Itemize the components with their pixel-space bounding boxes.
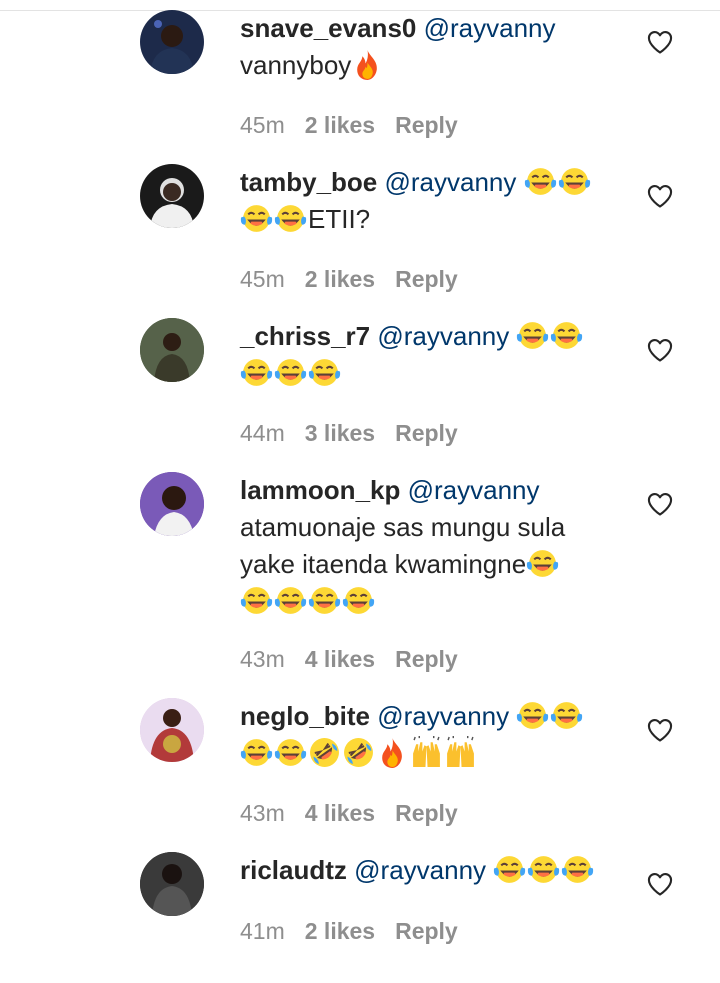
comment-username[interactable]: riclaudtz bbox=[240, 855, 347, 885]
comment-meta: 44m 3 likes Reply bbox=[240, 420, 478, 447]
mention-link[interactable]: @rayvanny bbox=[424, 13, 556, 43]
face-with-tears-of-joy-emoji bbox=[527, 853, 560, 886]
comment-text: yake itaenda kwamingne bbox=[240, 549, 527, 579]
comment-text-line bbox=[240, 583, 610, 620]
reply-button[interactable]: Reply bbox=[395, 918, 458, 944]
comment-timestamp: 45m bbox=[240, 112, 285, 138]
fire-emoji bbox=[351, 48, 384, 81]
fire-emoji bbox=[376, 736, 409, 769]
comment-body: _chriss_r7 @rayvanny bbox=[240, 318, 610, 392]
face-with-tears-of-joy-emoji bbox=[274, 202, 307, 235]
comment-username[interactable]: tamby_boe bbox=[240, 167, 377, 197]
avatar[interactable] bbox=[140, 698, 204, 762]
comment-body: lammoon_kp @rayvanny atamuonaje sas mungu… bbox=[240, 472, 610, 620]
face-with-tears-of-joy-emoji bbox=[526, 547, 559, 580]
comment-text-line: yake itaenda kwamingne bbox=[240, 546, 610, 583]
mention-link[interactable]: @rayvanny bbox=[408, 475, 540, 505]
likes-count[interactable]: 2 likes bbox=[305, 918, 375, 944]
rolling-on-floor-laughing-emoji bbox=[308, 736, 341, 769]
face-with-tears-of-joy-emoji bbox=[524, 165, 557, 198]
comment-timestamp: 43m bbox=[240, 646, 285, 672]
reply-button[interactable]: Reply bbox=[395, 112, 458, 138]
heart-outline-icon[interactable] bbox=[646, 336, 674, 364]
likes-count[interactable]: 4 likes bbox=[305, 646, 375, 672]
face-with-tears-of-joy-emoji bbox=[558, 165, 591, 198]
comment-text-line bbox=[240, 735, 610, 772]
face-with-tears-of-joy-emoji bbox=[561, 853, 594, 886]
comment-text-line: atamuonaje sas mungu sula bbox=[240, 509, 610, 546]
comment-timestamp: 44m bbox=[240, 420, 285, 446]
face-with-tears-of-joy-emoji bbox=[308, 356, 341, 389]
comment-text-line: vannyboy bbox=[240, 47, 610, 84]
likes-count[interactable]: 4 likes bbox=[305, 800, 375, 826]
face-with-tears-of-joy-emoji bbox=[550, 319, 583, 352]
face-with-tears-of-joy-emoji bbox=[240, 584, 273, 617]
comment-text: ETII? bbox=[308, 204, 371, 234]
reply-button[interactable]: Reply bbox=[395, 800, 458, 826]
comment-text-line bbox=[240, 355, 610, 392]
comment-username[interactable]: lammoon_kp bbox=[240, 475, 400, 505]
rolling-on-floor-laughing-emoji bbox=[342, 736, 375, 769]
comment-body: neglo_bite @rayvanny bbox=[240, 698, 610, 772]
mention-link[interactable]: @rayvanny bbox=[377, 701, 509, 731]
avatar[interactable] bbox=[140, 472, 204, 536]
reply-button[interactable]: Reply bbox=[395, 420, 458, 446]
heart-outline-icon[interactable] bbox=[646, 490, 674, 518]
likes-count[interactable]: 2 likes bbox=[305, 112, 375, 138]
comment-body: tamby_boe @rayvanny ETII? bbox=[240, 164, 610, 238]
comment-body: riclaudtz @rayvanny bbox=[240, 852, 610, 889]
heart-outline-icon[interactable] bbox=[646, 182, 674, 210]
mention-link[interactable]: @rayvanny bbox=[377, 321, 509, 351]
face-with-tears-of-joy-emoji bbox=[240, 202, 273, 235]
comment-timestamp: 45m bbox=[240, 266, 285, 292]
mention-link[interactable]: @rayvanny bbox=[385, 167, 517, 197]
avatar[interactable] bbox=[140, 10, 204, 74]
face-with-tears-of-joy-emoji bbox=[274, 356, 307, 389]
comment-meta: 43m 4 likes Reply bbox=[240, 646, 478, 673]
face-with-tears-of-joy-emoji bbox=[342, 584, 375, 617]
comment-meta: 41m 2 likes Reply bbox=[240, 918, 478, 945]
raising-hands-emoji bbox=[410, 736, 443, 769]
heart-outline-icon[interactable] bbox=[646, 28, 674, 56]
face-with-tears-of-joy-emoji bbox=[274, 736, 307, 769]
comment-username[interactable]: neglo_bite bbox=[240, 701, 370, 731]
comment-username[interactable]: snave_evans0 bbox=[240, 13, 416, 43]
mention-link[interactable]: @rayvanny bbox=[354, 855, 486, 885]
face-with-tears-of-joy-emoji bbox=[493, 853, 526, 886]
likes-count[interactable]: 2 likes bbox=[305, 266, 375, 292]
comment-timestamp: 43m bbox=[240, 800, 285, 826]
heart-outline-icon[interactable] bbox=[646, 870, 674, 898]
reply-button[interactable]: Reply bbox=[395, 646, 458, 672]
comment-text: vannyboy bbox=[240, 50, 352, 80]
comment-meta: 45m 2 likes Reply bbox=[240, 112, 478, 139]
avatar[interactable] bbox=[140, 164, 204, 228]
comment-body: snave_evans0 @rayvanny vannyboy bbox=[240, 10, 610, 84]
comment-meta: 45m 2 likes Reply bbox=[240, 266, 478, 293]
comment-text-line: ETII? bbox=[240, 201, 610, 238]
raising-hands-emoji bbox=[444, 736, 477, 769]
heart-outline-icon[interactable] bbox=[646, 716, 674, 744]
avatar[interactable] bbox=[140, 318, 204, 382]
comment-username[interactable]: _chriss_r7 bbox=[240, 321, 370, 351]
comment-timestamp: 41m bbox=[240, 918, 285, 944]
face-with-tears-of-joy-emoji bbox=[308, 584, 341, 617]
face-with-tears-of-joy-emoji bbox=[274, 584, 307, 617]
face-with-tears-of-joy-emoji bbox=[516, 319, 549, 352]
face-with-tears-of-joy-emoji bbox=[240, 736, 273, 769]
face-with-tears-of-joy-emoji bbox=[240, 356, 273, 389]
reply-button[interactable]: Reply bbox=[395, 266, 458, 292]
avatar[interactable] bbox=[140, 852, 204, 916]
face-with-tears-of-joy-emoji bbox=[550, 699, 583, 732]
comment-text: atamuonaje sas mungu sula bbox=[240, 512, 566, 542]
comment-meta: 43m 4 likes Reply bbox=[240, 800, 478, 827]
likes-count[interactable]: 3 likes bbox=[305, 420, 375, 446]
face-with-tears-of-joy-emoji bbox=[516, 699, 549, 732]
